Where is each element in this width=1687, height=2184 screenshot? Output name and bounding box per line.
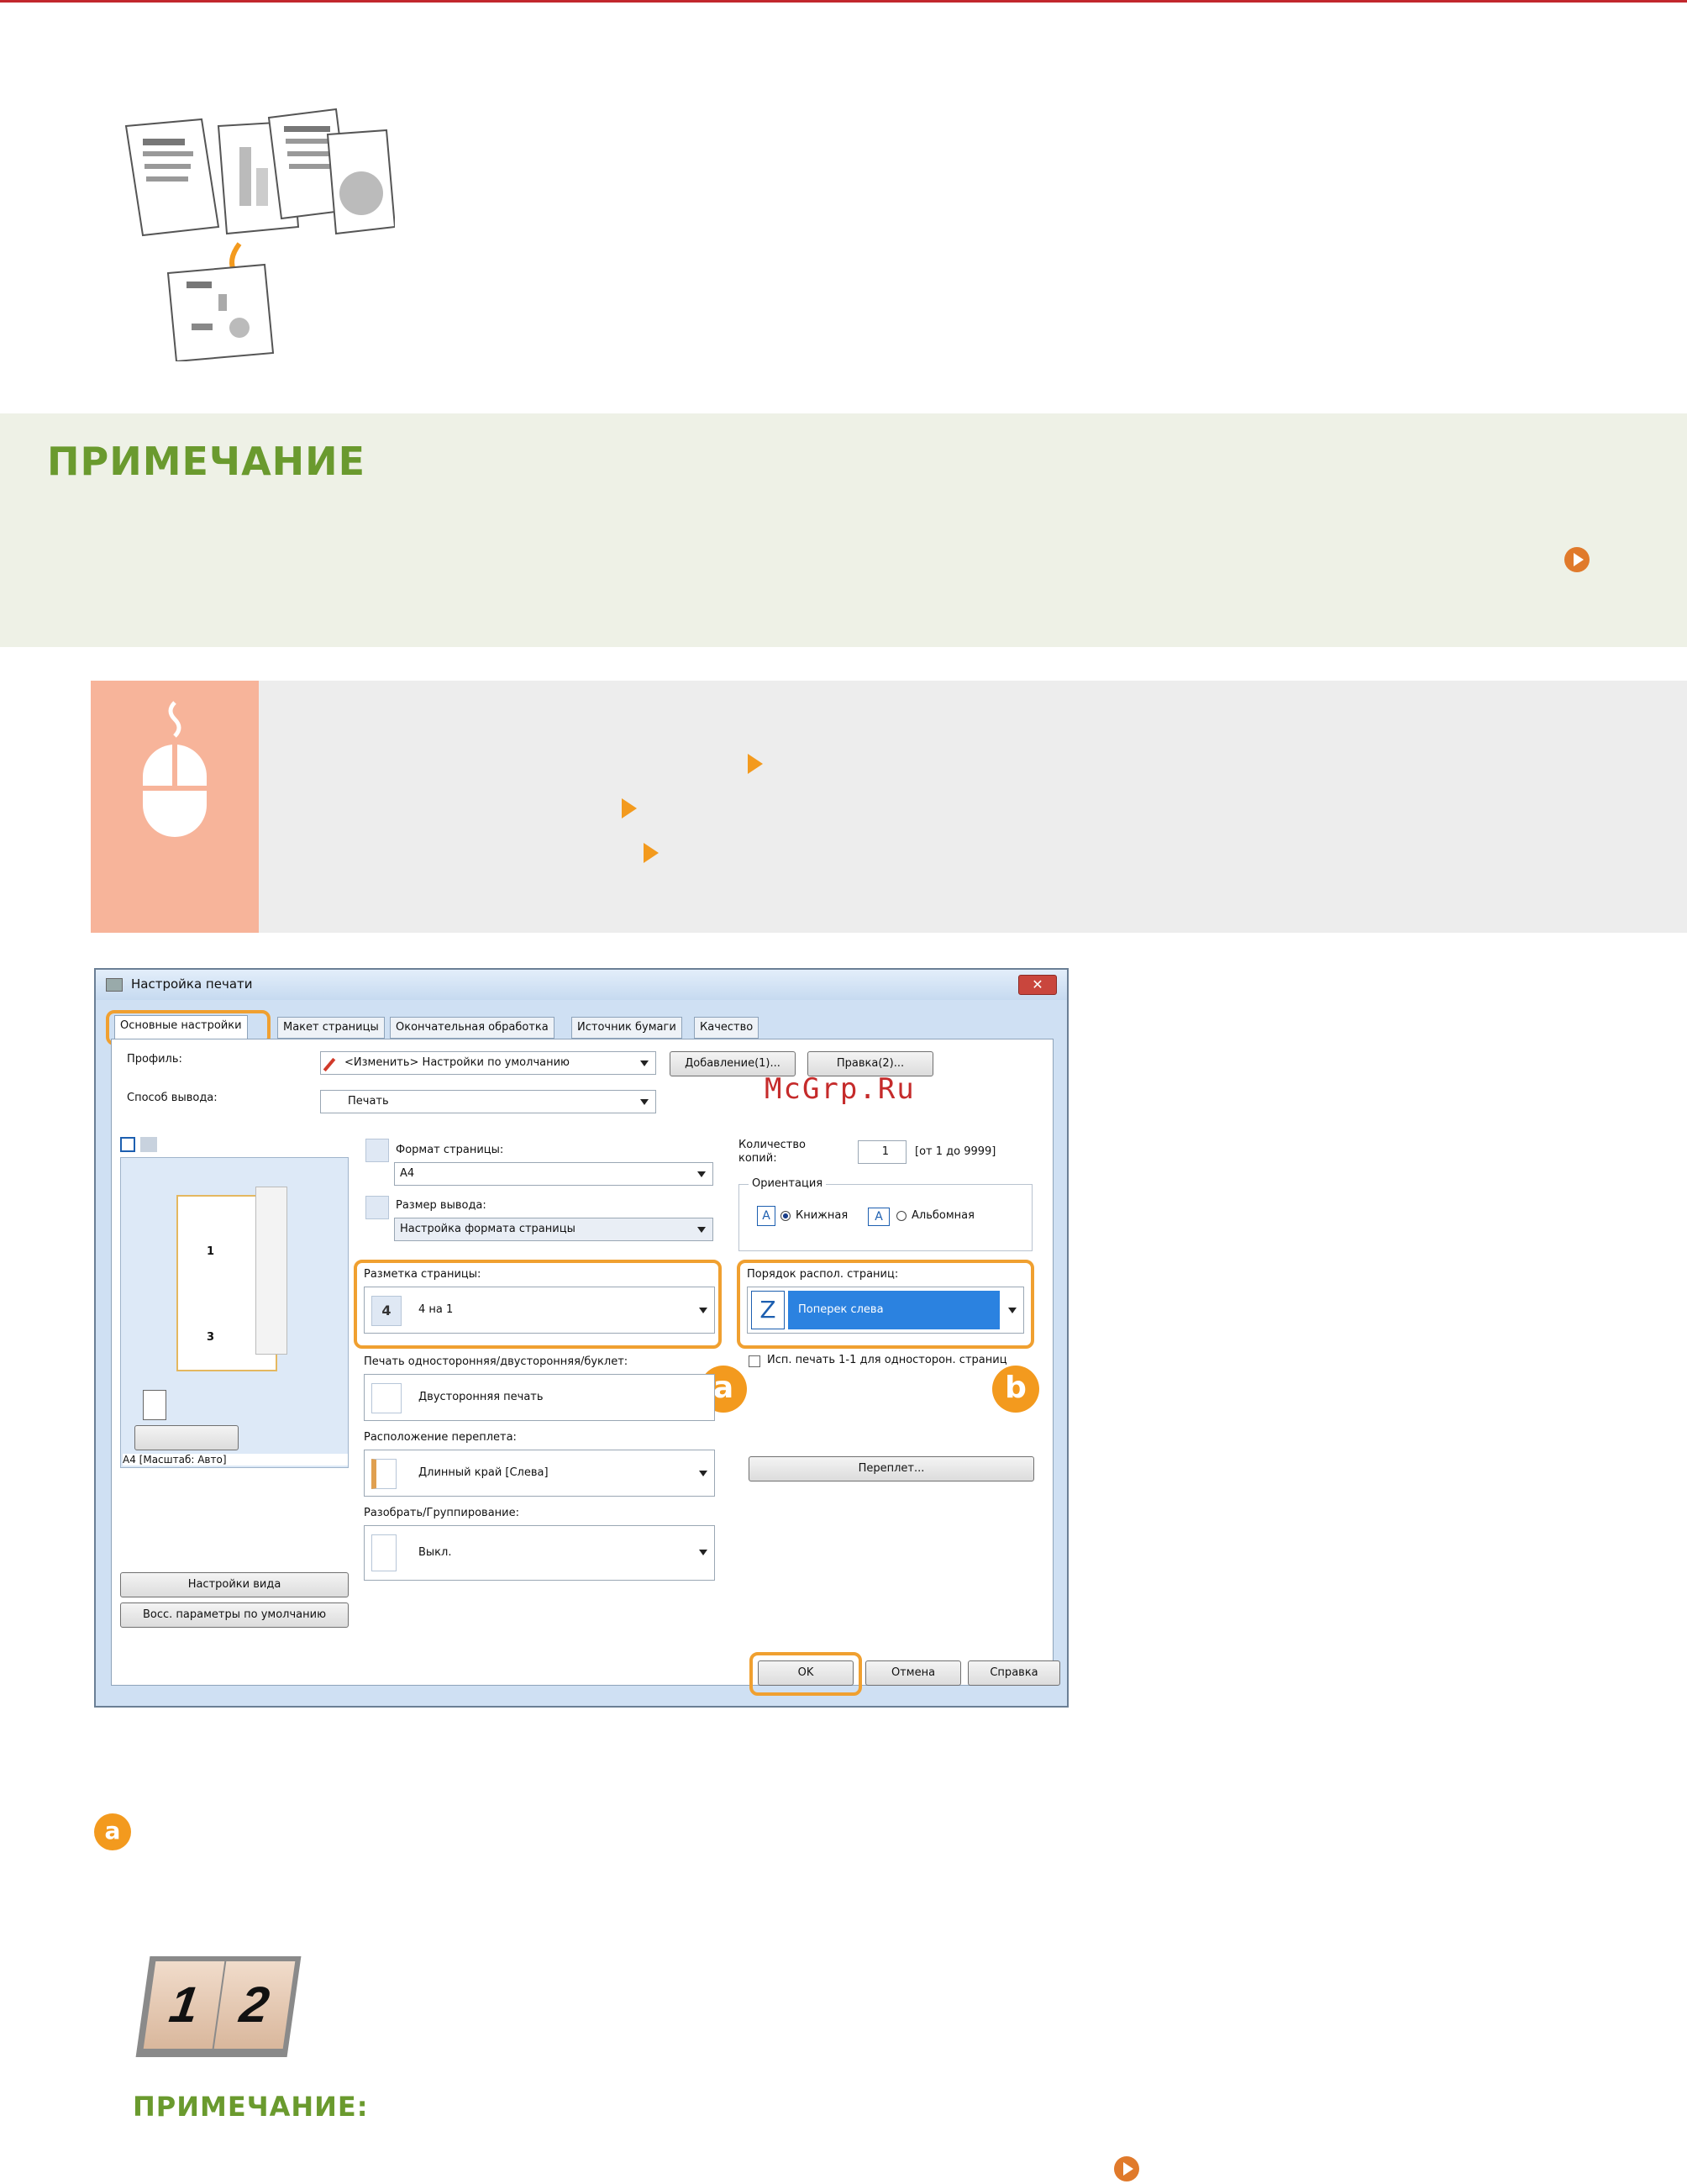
copies-range: [от 1 до 9999] [915, 1145, 996, 1158]
dialog-title: Настройка печати [131, 976, 253, 992]
output-method-label: Способ вывода: [127, 1092, 218, 1104]
step-arrow-icon [644, 843, 659, 863]
page-order-value: Поперек слева [788, 1291, 1000, 1329]
dialog-titlebar: Настройка печати ✕ [96, 970, 1067, 1000]
cancel-button[interactable]: Отмена [865, 1660, 961, 1686]
stack-icon [143, 1390, 166, 1420]
output-size-select[interactable]: Настройка формата страницы [394, 1218, 713, 1241]
preview-page-number: 3 [207, 1331, 215, 1344]
profile-select[interactable]: <Изменить> Настройки по умолчанию [320, 1051, 656, 1075]
output-size-label: Размер вывода: [396, 1199, 486, 1212]
duplex-preview-toggle[interactable] [134, 1425, 239, 1450]
page-size-select[interactable]: A4 [394, 1162, 713, 1186]
binding-icon [371, 1459, 397, 1489]
binding-label: Расположение переплета: [364, 1431, 517, 1444]
copies-value: 1 [881, 1145, 889, 1158]
sample-page-2: 2 [213, 1961, 296, 2049]
landscape-radio[interactable] [896, 1211, 907, 1221]
printer-icon [106, 978, 123, 992]
oneside-checkbox[interactable] [749, 1355, 760, 1367]
z-order-icon: Z [751, 1291, 785, 1329]
collate-icon [371, 1534, 397, 1571]
duplex-value: Двусторонняя печать [418, 1391, 544, 1403]
print-settings-dialog: Настройка печати ✕ Основные настройки Ма… [94, 968, 1069, 1708]
oneside-checkbox-label: Исп. печать 1-1 для односторон. страниц [767, 1354, 1007, 1366]
watermark: McGrp.Ru [765, 1072, 916, 1106]
callout-b-badge: b [992, 1366, 1039, 1413]
page-size-icon [365, 1139, 389, 1162]
page-layout-value: 4 на 1 [418, 1303, 454, 1316]
binding-select[interactable]: Длинный край [Слева] [364, 1450, 715, 1497]
page-order-label: Порядок распол. страниц: [747, 1268, 899, 1281]
duplex-label: Печать односторонняя/двусторонняя/буклет… [364, 1355, 628, 1368]
link-arrow-icon[interactable] [1564, 547, 1590, 572]
page-order-select[interactable]: Z Поперек слева [747, 1287, 1024, 1334]
step-arrow-icon [622, 798, 637, 818]
preview-caption: A4 [Масштаб: Авто] [123, 1454, 348, 1466]
output-size-icon [365, 1196, 389, 1219]
binding-button[interactable]: Переплет... [749, 1456, 1034, 1481]
copies-input[interactable]: 1 [858, 1140, 907, 1164]
collate-value: Выкл. [418, 1546, 452, 1559]
output-size-value: Настройка формата страницы [400, 1223, 575, 1235]
portrait-radio[interactable] [780, 1211, 791, 1221]
top-rule [0, 0, 1687, 3]
view-settings-button[interactable]: Настройки вида [120, 1572, 349, 1597]
page-size-label: Формат страницы: [396, 1144, 504, 1156]
profile-value: <Изменить> Настройки по умолчанию [344, 1056, 570, 1069]
sample-page-1: 1 [143, 1961, 225, 2049]
portrait-label: Книжная [796, 1209, 849, 1222]
binding-value: Длинный край [Слева] [418, 1466, 549, 1479]
close-button[interactable]: ✕ [1018, 975, 1057, 995]
copies-label: Количество копий: [738, 1139, 806, 1165]
two-on-one-illustration: 1 2 [134, 1956, 302, 2066]
output-method-select[interactable]: Печать [320, 1090, 656, 1113]
preview-area: 1 3 A4 [Масштаб: Авто] [120, 1157, 349, 1468]
page-size-value: A4 [400, 1167, 415, 1180]
landscape-label: Альбомная [912, 1209, 975, 1222]
tab-paper-source[interactable]: Источник бумаги [571, 1017, 682, 1039]
orientation-label: Ориентация [749, 1177, 827, 1190]
tab-finishing[interactable]: Окончательная обработка [390, 1017, 554, 1039]
tab-quality[interactable]: Качество [694, 1017, 759, 1039]
tab-page-layout[interactable]: Макет страницы [277, 1017, 385, 1039]
landscape-icon: A [868, 1208, 890, 1226]
section-a-bullet: a [94, 1813, 131, 1850]
note2-title: ПРИМЕЧАНИЕ: [133, 2091, 369, 2123]
duplex-select[interactable]: Двусторонняя печать [364, 1374, 715, 1421]
step-arrow-icon [748, 754, 763, 774]
profile-label: Профиль: [127, 1053, 182, 1066]
collate-select[interactable]: Выкл. [364, 1525, 715, 1581]
portrait-icon: A [757, 1206, 775, 1226]
mouse-operation-panel [91, 681, 259, 933]
steps-panel [91, 681, 1687, 933]
settings-panel: Профиль: <Изменить> Настройки по умолчан… [111, 1039, 1054, 1686]
page-layout-label: Разметка страницы: [364, 1268, 481, 1281]
restore-defaults-button[interactable]: Восс. параметры по умолчанию [120, 1602, 349, 1628]
preview-page-number: 1 [207, 1245, 215, 1258]
page-view-icon[interactable] [120, 1137, 135, 1152]
link-arrow-icon[interactable] [1114, 2156, 1139, 2181]
output-method-value: Печать [348, 1095, 389, 1108]
page-layout-select[interactable]: 4 4 на 1 [364, 1287, 715, 1334]
note-title: ПРИМЕЧАНИЕ [47, 439, 366, 484]
page-layout-icon: 4 [371, 1296, 402, 1326]
printer-view-icon[interactable] [140, 1137, 157, 1152]
help-button[interactable]: Справка [968, 1660, 1060, 1686]
collate-label: Разобрать/Группирование: [364, 1507, 520, 1519]
preview-back-page [255, 1187, 287, 1355]
multi-page-illustration [124, 108, 395, 361]
ok-button[interactable]: OK [758, 1660, 854, 1686]
duplex-icon [371, 1383, 402, 1413]
mouse-icon [143, 701, 207, 837]
